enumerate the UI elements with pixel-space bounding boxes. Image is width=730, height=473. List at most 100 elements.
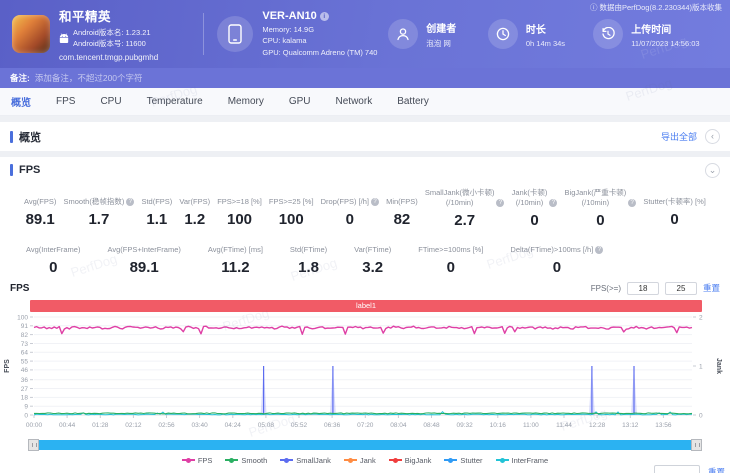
export-all-link[interactable]: 导出全部: [661, 130, 697, 143]
stat-ftime-ge-100ms: FTime>=100ms [%] 0: [418, 244, 484, 276]
stat-avg-fps: Avg(FPS) 89.1: [24, 197, 57, 228]
collapse-left-button[interactable]: ‹: [705, 129, 720, 144]
legend-marker: [495, 457, 509, 463]
stat-min-fps: Min(FPS) 82: [386, 197, 418, 228]
device-info-icon[interactable]: i: [319, 11, 329, 21]
stat-std-ftime: Std(FTime) 1.8: [289, 244, 328, 276]
creator-group: 创建者 泡泡 网: [388, 19, 488, 49]
tab-memory[interactable]: Memory: [228, 96, 264, 107]
svg-text:18: 18: [21, 394, 29, 401]
svg-text:00:44: 00:44: [59, 422, 76, 429]
stat-var-fps: Var(FPS) 1.2: [179, 197, 211, 228]
svg-text:05:08: 05:08: [258, 422, 275, 429]
upload-time-value: 11/07/2023 14:56:03: [631, 38, 700, 48]
legend-item-smalljank[interactable]: SmallJank: [280, 456, 331, 465]
fps-section-title: FPS: [10, 164, 40, 176]
svg-text:1: 1: [699, 363, 703, 370]
upload-time-label: 上传时间: [631, 24, 672, 36]
svg-text:08:48: 08:48: [423, 422, 440, 429]
svg-text:07:20: 07:20: [357, 422, 374, 429]
clock-icon: [487, 19, 518, 49]
chart-label-banner[interactable]: label1: [30, 299, 702, 312]
threshold-reset-link[interactable]: 重置: [703, 282, 720, 294]
collapse-section-button[interactable]: ⌄: [705, 162, 720, 178]
stat-std-fps: Std(FPS) 1.1: [141, 197, 173, 228]
legend-item-smooth[interactable]: Smooth: [225, 456, 267, 465]
app-package-name: com.tencent.tmgp.pubgmhd: [59, 52, 159, 62]
legend-item-fps[interactable]: FPS: [181, 456, 212, 465]
help-icon[interactable]: ?: [126, 198, 135, 206]
stat-jank: Jank(卡顿) (/10min)? 0: [512, 188, 558, 229]
legend-item-jank[interactable]: Jank: [343, 456, 376, 465]
fps-chart-header: FPS FPS(>=) 重置: [0, 280, 730, 297]
stat-avg-ftime: Avg(FTime) [ms] 11.2: [207, 244, 263, 276]
android-icon: [59, 33, 69, 43]
legend-marker: [280, 457, 294, 463]
game-app-icon: [12, 15, 50, 53]
stat-avg-interframe: Avg(InterFrame) 0: [26, 244, 81, 276]
svg-text:91: 91: [21, 323, 29, 330]
svg-text:82: 82: [21, 331, 29, 338]
collector-version-note: ⓘ 数据由PerfDog(8.2.230344)版本收集: [589, 3, 722, 12]
svg-text:02:12: 02:12: [125, 422, 142, 429]
report-header: ⓘ 数据由PerfDog(8.2.230344)版本收集 和平精英 Android…: [0, 0, 730, 68]
fps-threshold-input-1[interactable]: [626, 281, 659, 295]
remark-bar[interactable]: 备注: 添加备注，不超过200个字符: [0, 68, 730, 88]
title-accent-bar: [10, 164, 13, 176]
legend-item-bigjank[interactable]: BigJank: [388, 456, 431, 465]
scrollbar-track[interactable]: [28, 439, 702, 450]
svg-text:00:00: 00:00: [26, 422, 43, 429]
tab-battery[interactable]: Battery: [397, 96, 429, 107]
svg-text:100: 100: [17, 314, 28, 321]
svg-text:13:12: 13:12: [622, 422, 639, 429]
tab-network[interactable]: Network: [336, 96, 373, 107]
stat-var-ftime: Var(FTime) 3.2: [354, 244, 392, 276]
scrollbar-right-handle[interactable]: [691, 438, 702, 451]
scrollbar-left-handle[interactable]: [28, 438, 39, 451]
svg-text:03:40: 03:40: [191, 422, 208, 429]
help-icon[interactable]: ?: [549, 198, 558, 207]
help-icon[interactable]: ?: [595, 245, 604, 254]
remark-placeholder: 添加备注，不超过200个字符: [34, 73, 143, 83]
svg-text:01:28: 01:28: [92, 422, 109, 429]
fps-section: FPS ⌄ Avg(FPS) 89.1 Smooth(稳帧指数)? 1.7 Std(…: [0, 157, 730, 473]
svg-text:73: 73: [21, 340, 29, 347]
tab-overview[interactable]: 概览: [11, 94, 31, 109]
fps-line-chart[interactable]: 100 9182 73 64 55 46 3627 18 9 0 2 1 0 00:00 00:44 01:2…: [0, 313, 726, 439]
duration-value: 0h 14m 34s: [525, 38, 566, 48]
stat-delta-ftime: Delta(FTime)>100ms [/h]? 0: [510, 236, 604, 276]
creator-label: 创建者: [426, 23, 457, 35]
chart-legend: FPS Smooth SmallJank Jank BigJank Stutte…: [0, 456, 730, 465]
legend-item-interframe[interactable]: InterFrame: [495, 456, 548, 465]
svg-text:9: 9: [24, 403, 28, 410]
help-icon[interactable]: ?: [496, 198, 505, 207]
tab-cpu[interactable]: CPU: [100, 96, 121, 107]
device-info-group: VER-AN10 i Memory: 14.9G CPU: kalama GPU:…: [204, 10, 388, 58]
legend-marker: [225, 457, 239, 463]
svg-text:27: 27: [21, 385, 29, 392]
tab-fps[interactable]: FPS: [56, 96, 75, 107]
help-icon[interactable]: ?: [370, 198, 379, 206]
fps-threshold-label: FPS(>=): [590, 283, 621, 293]
help-icon[interactable]: ?: [628, 198, 637, 207]
next-section-threshold-input[interactable]: [654, 465, 700, 473]
info-icon: ⓘ: [589, 3, 598, 12]
svg-text:46: 46: [21, 367, 29, 374]
svg-text:0: 0: [699, 412, 703, 419]
app-version-name: Android版本名: 1.23.21: [73, 28, 151, 38]
svg-text:13:56: 13:56: [655, 422, 672, 429]
legend-item-stutter[interactable]: Stutter: [444, 456, 483, 465]
svg-text:55: 55: [21, 358, 29, 365]
svg-text:11:00: 11:00: [523, 422, 539, 429]
app-version-code: Android版本号: 11600: [73, 39, 146, 48]
fps-chart-title: FPS: [10, 282, 30, 294]
svg-text:FPS: FPS: [4, 358, 11, 372]
tab-temperature[interactable]: Temperature: [147, 96, 203, 107]
stat-drop-fps: Drop(FPS) [/h]? 0: [321, 188, 379, 229]
duration-group: 时长 0h 14m 34s: [487, 19, 593, 49]
remark-label: 备注:: [10, 73, 30, 83]
fps-threshold-input-2[interactable]: [664, 281, 697, 295]
next-section-reset-link[interactable]: 重置: [708, 466, 725, 473]
tab-gpu[interactable]: GPU: [289, 96, 311, 107]
device-specs: Memory: 14.9G CPU: kalama GPU: Qualcomm …: [262, 24, 377, 58]
